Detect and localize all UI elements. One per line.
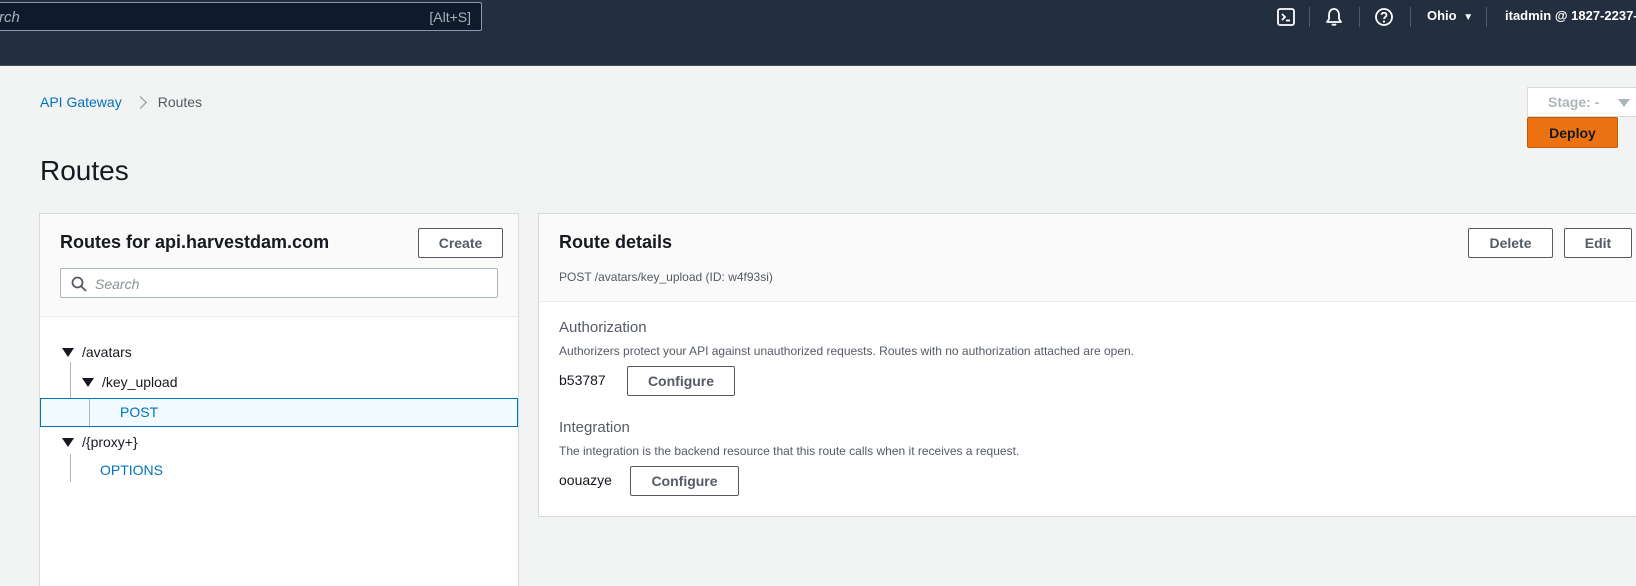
- route-id-text: POST /avatars/key_upload (ID: w4f93si): [559, 270, 773, 284]
- stage-select[interactable]: Stage: -: [1527, 87, 1636, 117]
- global-search-input[interactable]: rch [Alt+S]: [0, 2, 482, 31]
- search-icon: [71, 276, 87, 292]
- configure-integration-button[interactable]: Configure: [630, 466, 739, 496]
- page-title: Routes: [40, 155, 129, 186]
- tree-item-post-selected[interactable]: [40, 398, 518, 427]
- breadcrumb-link-api-gateway[interactable]: API Gateway: [40, 94, 122, 110]
- nav-divider: [1486, 7, 1487, 27]
- search-shortcut-hint: [Alt+S]: [429, 9, 471, 25]
- tree-item-avatars[interactable]: /avatars: [62, 342, 132, 362]
- integration-description: The integration is the backend resource …: [559, 444, 1020, 458]
- chevron-right-icon: [133, 95, 147, 109]
- cloudshell-icon[interactable]: [1276, 7, 1296, 27]
- caret-down-icon: [1618, 99, 1630, 107]
- tree-item-label: /key_upload: [102, 374, 178, 390]
- routes-panel-title: Routes for api.harvestdam.com: [60, 232, 330, 252]
- authorizer-id: b53787: [559, 372, 606, 388]
- account-menu[interactable]: itadmin @ 1827-2237-5: [1505, 8, 1636, 23]
- integration-id: oouazye: [559, 472, 612, 488]
- caret-down-icon: [62, 437, 74, 447]
- route-search-input[interactable]: Search: [60, 268, 498, 298]
- delete-button[interactable]: Delete: [1468, 228, 1553, 258]
- region-label: Ohio: [1427, 8, 1457, 23]
- tree-item-label: /{proxy+}: [82, 434, 138, 450]
- method-options[interactable]: OPTIONS: [100, 462, 163, 478]
- breadcrumb-current: Routes: [157, 94, 203, 110]
- create-route-button[interactable]: Create: [418, 228, 503, 258]
- global-search-text: rch: [0, 9, 20, 26]
- caret-down-icon: ▼: [1463, 12, 1474, 23]
- stage-select-label: Stage: -: [1548, 94, 1600, 110]
- tree-item-proxy[interactable]: /{proxy+}: [62, 432, 138, 452]
- authorization-title: Authorization: [559, 319, 647, 336]
- top-navigation: rch [Alt+S] Ohio ▼ itadmin @ 1827-2237-5: [0, 0, 1636, 66]
- tree-guide-line: [70, 454, 71, 482]
- configure-authorization-button[interactable]: Configure: [627, 366, 735, 396]
- region-selector[interactable]: Ohio ▼: [1427, 8, 1473, 23]
- help-icon[interactable]: [1374, 7, 1394, 27]
- tree-guide-line: [70, 362, 71, 398]
- caret-down-icon: [82, 377, 94, 387]
- caret-down-icon: [62, 347, 74, 357]
- edit-button[interactable]: Edit: [1564, 228, 1632, 258]
- tree-item-key-upload[interactable]: /key_upload: [82, 372, 178, 392]
- method-post[interactable]: POST: [120, 404, 158, 420]
- breadcrumb: API Gateway Routes: [40, 94, 202, 110]
- nav-divider: [1359, 7, 1360, 27]
- deploy-button[interactable]: Deploy: [1527, 117, 1618, 148]
- nav-divider: [1309, 7, 1310, 27]
- routes-panel: Routes for api.harvestdam.com Create Sea…: [39, 213, 519, 586]
- tree-guide-line: [89, 399, 90, 426]
- route-details-panel: Route details Delete Edit POST /avatars/…: [538, 213, 1636, 517]
- nav-divider: [1410, 7, 1411, 27]
- authorization-description: Authorizers protect your API against una…: [559, 344, 1135, 358]
- nav-bottom-border: [0, 65, 1636, 66]
- integration-title: Integration: [559, 419, 630, 436]
- tree-item-label: /avatars: [82, 344, 132, 360]
- notifications-bell-icon[interactable]: [1324, 7, 1344, 27]
- route-details-title: Route details: [559, 232, 673, 252]
- route-search-placeholder: Search: [95, 276, 140, 292]
